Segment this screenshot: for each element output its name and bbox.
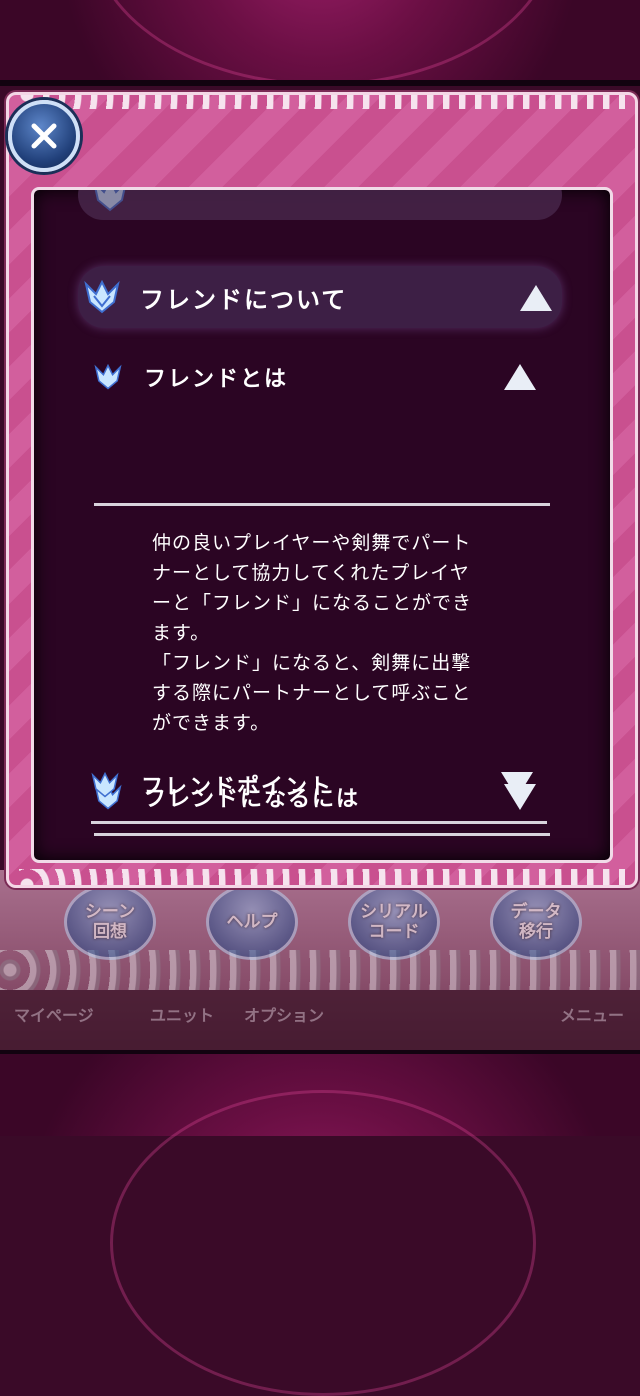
faq-item-title: フレンドとは (144, 367, 289, 392)
nav-option: オプション (244, 1006, 325, 1025)
background-bottom (0, 1050, 640, 1396)
answer-line: ができます。 (152, 712, 271, 734)
previous-section-header[interactable] (78, 190, 562, 220)
crest-icon (84, 280, 120, 314)
bottom-nav-bar: マイページ ユニット オプション メニュー (0, 990, 640, 1050)
crest-icon (94, 364, 122, 390)
help-button: ヘルプ (206, 884, 298, 960)
divider (94, 833, 550, 836)
triangle-up-icon (504, 364, 536, 390)
answer-line: 「フレンド」になると、剣舞に出撃 (152, 652, 472, 674)
answer-line: 仲の良いプレイヤーや剣舞でパート (152, 532, 472, 554)
nav-mypage: マイページ (14, 1006, 94, 1025)
serial-code-button: シリアル コード (348, 884, 440, 960)
section-title: フレンドについて (140, 285, 348, 314)
close-icon (31, 123, 57, 149)
data-transfer-button: データ 移行 (490, 884, 582, 960)
divider (0, 80, 640, 86)
nav-menu: メニュー (560, 1006, 625, 1025)
faq-item-title: フレンドポイント (141, 775, 334, 800)
answer-line: ナーとして協力してくれたプレイヤ (152, 562, 470, 584)
background-top (0, 0, 640, 86)
faq-item-friend-points[interactable]: フレンドポイント (91, 752, 547, 818)
triangle-down-icon (501, 772, 533, 798)
lace-bottom (19, 869, 625, 885)
crest-icon (91, 772, 119, 798)
answer-line: する際にパートナーとして呼ぶこと (152, 682, 472, 704)
answer-line: ーと「フレンド」になることができ (152, 592, 473, 614)
divider (94, 503, 550, 506)
scene-recall-button: シーン 回想 (64, 884, 156, 960)
lace-top (19, 95, 625, 109)
close-button[interactable] (8, 100, 80, 172)
faq-item-what-is-friend[interactable]: フレンドとは (94, 344, 550, 410)
crest-icon (94, 190, 126, 212)
section-header-friend[interactable]: フレンドについて (78, 266, 562, 328)
nav-unit: ユニット (150, 1006, 215, 1025)
triangle-up-icon (520, 285, 552, 311)
faq-answer-text: 仲の良いプレイヤーや剣舞でパート ナーとして協力してくれたプレイヤ ーと「フレン… (152, 528, 542, 738)
answer-line: ます。 (152, 622, 211, 644)
